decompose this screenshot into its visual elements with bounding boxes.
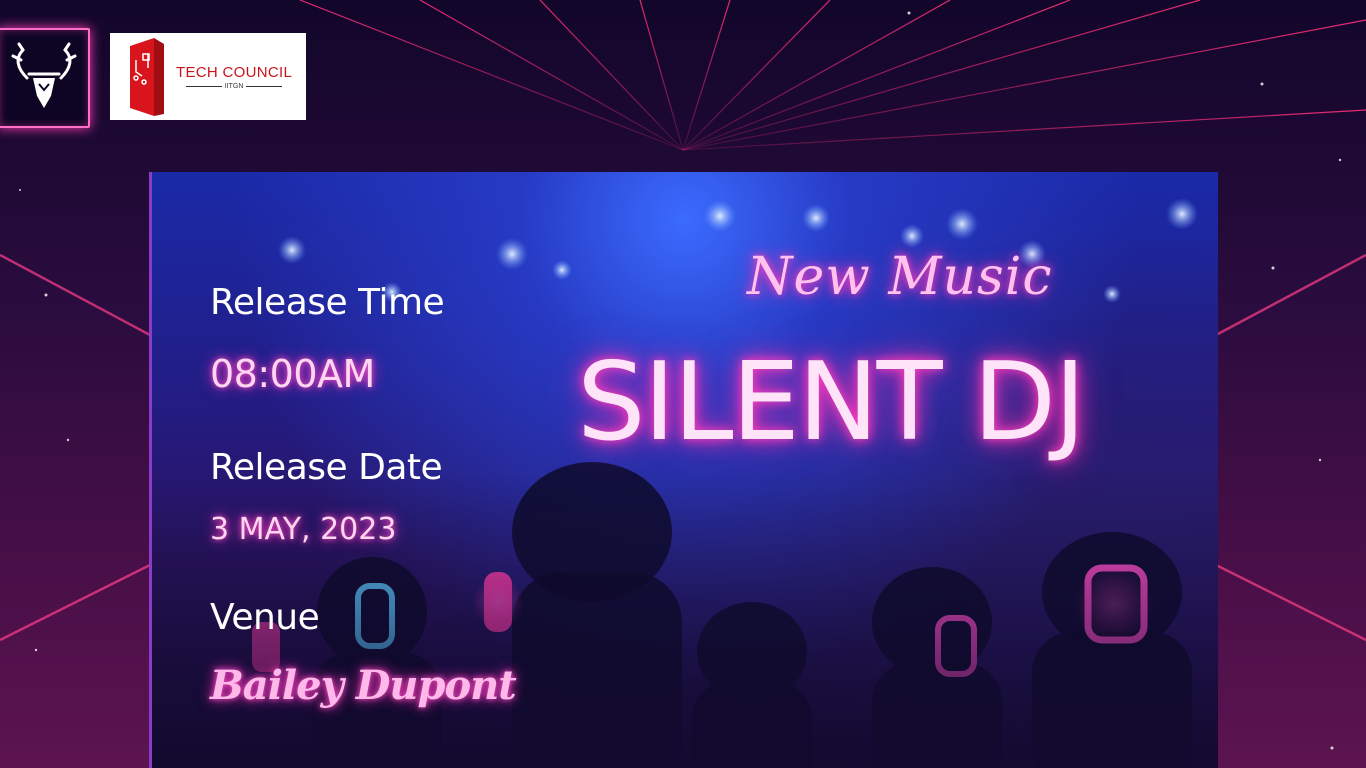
poster-tagline: New Music <box>747 247 1053 307</box>
release-date-value: 3 MAY, 2023 <box>210 512 397 547</box>
deer-head-logo-icon <box>11 42 77 108</box>
release-date-label: Release Date <box>210 447 443 488</box>
release-time-value: 08:00AM <box>210 352 375 396</box>
partner-logo-title: TECH COUNCIL <box>176 63 293 81</box>
venue-label: Venue <box>210 597 320 638</box>
venue-value: Bailey Dupont <box>210 662 517 709</box>
release-time-label: Release Time <box>210 282 445 323</box>
tech-council-building-icon <box>130 37 164 116</box>
partner-logo-subtitle: IITGN <box>224 82 244 90</box>
poster-title: SILENT DJ <box>577 340 1086 465</box>
tech-council-logo[interactable]: TECH COUNCIL IITGN <box>110 33 306 120</box>
event-poster: New Music SILENT DJ Release Time 08:00AM… <box>149 172 1218 768</box>
event-page: TECH COUNCIL IITGN New Music SILENT DJ R… <box>0 0 1366 768</box>
brand-logo[interactable] <box>0 28 90 128</box>
